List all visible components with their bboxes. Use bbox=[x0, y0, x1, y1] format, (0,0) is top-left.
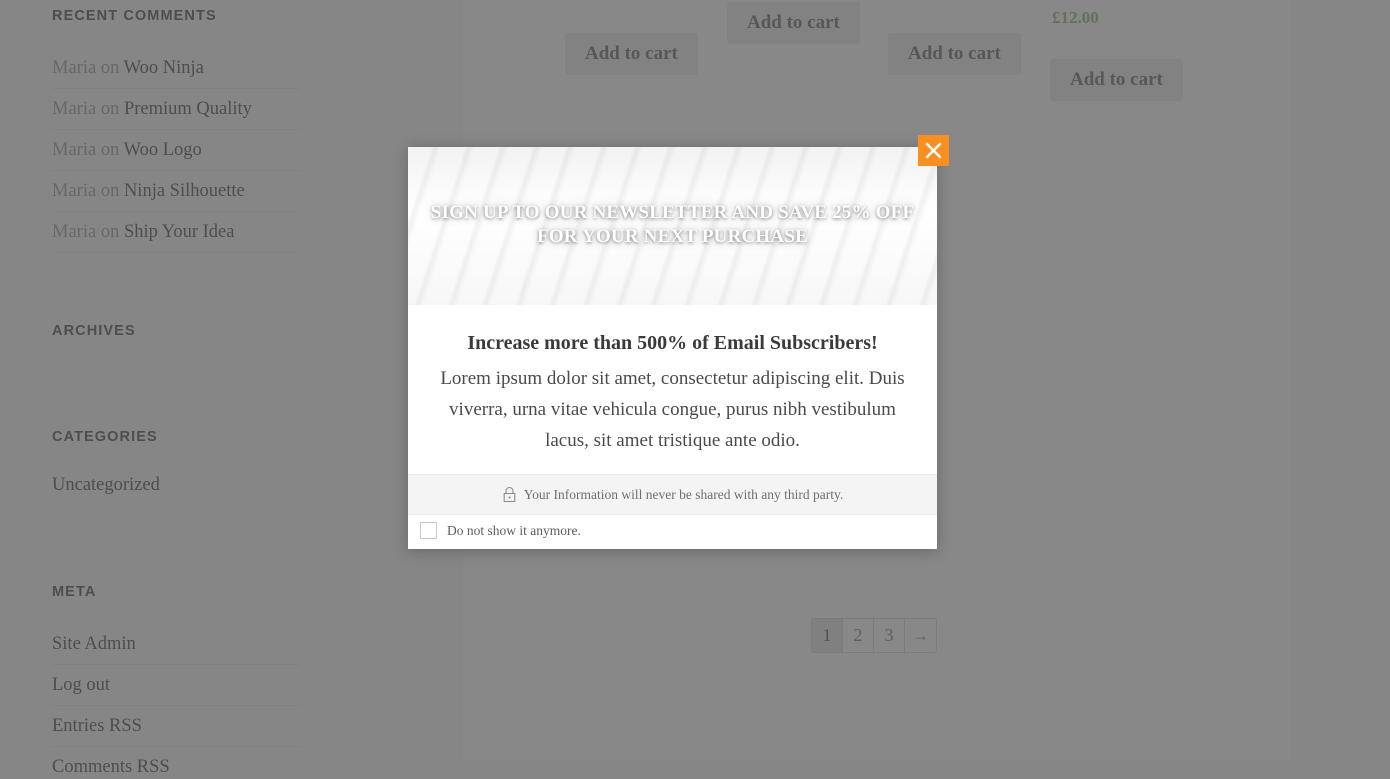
do-not-show-label[interactable]: Do not show it anymore. bbox=[447, 523, 581, 539]
modal-body: Increase more than 500% of Email Subscri… bbox=[408, 305, 937, 474]
lock-icon bbox=[503, 486, 516, 503]
modal-headline: Increase more than 500% of Email Subscri… bbox=[467, 332, 878, 354]
privacy-note-text: Your Information will never be shared wi… bbox=[523, 486, 844, 502]
modal-footer: Do not show it anymore. bbox=[408, 515, 937, 546]
do-not-show-checkbox[interactable] bbox=[420, 522, 437, 539]
close-x-icon bbox=[925, 142, 942, 159]
newsletter-signup-modal: SIGN UP TO OUR NEWSLETTER AND SAVE 25% O… bbox=[408, 135, 949, 549]
close-icon[interactable] bbox=[918, 135, 949, 166]
modal-hero-title: SIGN UP TO OUR NEWSLETTER AND SAVE 25% O… bbox=[430, 202, 915, 247]
modal-hero-banner: SIGN UP TO OUR NEWSLETTER AND SAVE 25% O… bbox=[408, 147, 937, 305]
modal-description: Lorem ipsum dolor sit amet, consectetur … bbox=[440, 368, 905, 451]
modal-privacy-note: Your Information will never be shared wi… bbox=[408, 474, 937, 515]
